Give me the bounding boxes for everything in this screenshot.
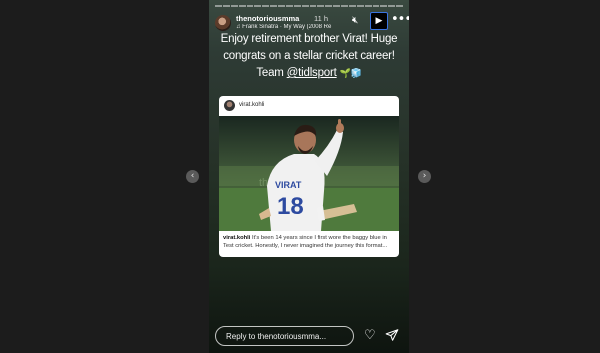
post-avatar (224, 100, 235, 111)
shared-post-header: virat.kohli (219, 96, 399, 116)
post-caption: virat.kohli It's been 14 years since I f… (223, 234, 395, 250)
story-username[interactable]: thenotoriousmma (236, 14, 299, 23)
story-progress-bar (215, 5, 403, 7)
post-username: virat.kohli (239, 102, 265, 108)
story-viewer: thenotoriousmma 11 h ♫ Frank Sinatra · M… (209, 0, 409, 353)
play-icon[interactable]: ▶ (370, 12, 388, 30)
story-song[interactable]: ♫ Frank Sinatra · My Way (2008 Re (236, 24, 360, 30)
more-icon[interactable]: ••• (391, 12, 409, 27)
cricketer-photo: thirty VIRAT 18 (219, 116, 399, 231)
send-icon[interactable] (385, 328, 399, 342)
caption-mention-link[interactable]: @tidlsport (287, 67, 337, 79)
story-time-ago: 11 h (314, 14, 329, 23)
next-story-button[interactable]: › (418, 170, 431, 183)
shared-post-card[interactable]: virat.kohli thirty (219, 96, 399, 257)
previous-story-button[interactable]: ‹ (186, 170, 199, 183)
reply-input[interactable] (215, 326, 354, 346)
caption-emoji: 🌱🧊 (339, 69, 362, 79)
story-caption: Enjoy retirement brother Virat! Huge con… (213, 31, 405, 83)
post-caption-username: virat.kohli (223, 235, 251, 241)
avatar[interactable] (215, 15, 231, 31)
jersey-number: 18 (277, 193, 304, 220)
speaker-muted-icon[interactable]: 🔇︎ (352, 15, 358, 26)
heart-icon[interactable]: ♡ (364, 328, 376, 343)
song-title: Frank Sinatra · My Way (2008 Re (242, 24, 332, 30)
post-photo: thirty VIRAT 18 (219, 116, 399, 231)
jersey-name: VIRAT (275, 180, 302, 190)
